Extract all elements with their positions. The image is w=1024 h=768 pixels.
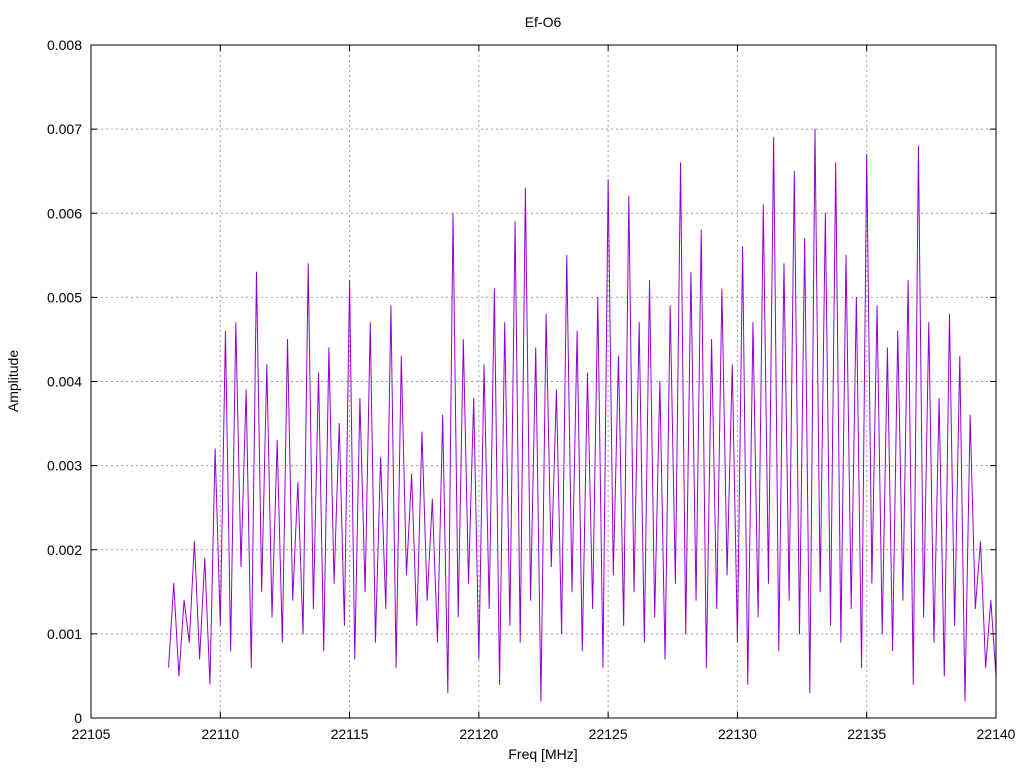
- y-tick-labels: 0 0.001 0.002 0.003 0.004 0.005 0.006 0.007 0.00…: [47, 37, 82, 726]
- y-tick-label: 0.006: [47, 205, 82, 221]
- y-tick-label: 0.008: [47, 37, 82, 53]
- y-tick-label: 0.002: [47, 542, 82, 558]
- x-tick-label: 22135: [847, 726, 886, 742]
- y-tick-label: 0.005: [47, 289, 82, 305]
- x-tick-label: 22105: [72, 726, 111, 742]
- y-tick-label: 0.003: [47, 458, 82, 474]
- x-tick-label: 22140: [977, 726, 1016, 742]
- y-axis-label: Amplitude: [5, 350, 21, 412]
- y-tick-label: 0: [74, 710, 82, 726]
- y-tick-label: 0.007: [47, 121, 82, 137]
- chart-title: Ef-O6: [525, 14, 562, 30]
- x-tick-labels: 22105 22110 22115 22120 22125 22130 22135 22140: [72, 726, 1016, 742]
- y-tick-label: 0.004: [47, 374, 82, 390]
- x-tick-label: 22120: [459, 726, 498, 742]
- x-tick-label: 22110: [201, 726, 239, 742]
- series-layer: [168, 128, 997, 702]
- x-tick-label: 22125: [589, 726, 628, 742]
- series-line: [168, 128, 997, 702]
- x-tick-label: 22130: [718, 726, 757, 742]
- chart: Ef-O6 22105 22110 22115 22120 22125 22130 2213…: [5, 14, 1016, 762]
- x-axis-label: Freq [MHz]: [508, 746, 577, 762]
- x-tick-label: 22115: [331, 726, 369, 742]
- y-tick-label: 0.001: [47, 626, 82, 642]
